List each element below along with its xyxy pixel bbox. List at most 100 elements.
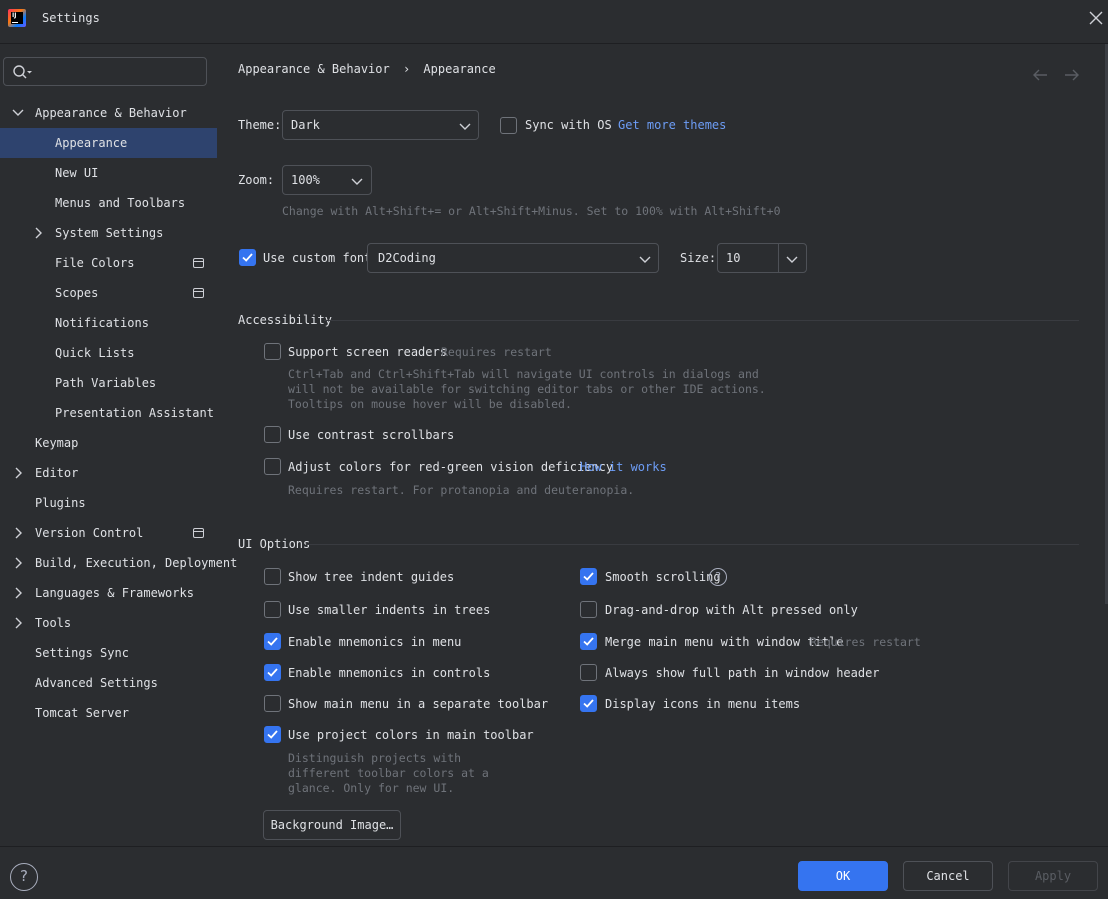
- show-main-menu-in-a-separate-toolbar-checkbox[interactable]: [264, 695, 281, 712]
- font-value: D2Coding: [378, 251, 436, 265]
- checkmark-icon: [267, 637, 278, 646]
- close-icon[interactable]: [1085, 7, 1107, 29]
- merge-main-menu-with-window-title-label: Merge main menu with window title: [605, 635, 844, 649]
- chevron-down-icon[interactable]: [11, 98, 25, 128]
- font-combobox[interactable]: D2Coding: [367, 243, 659, 273]
- sidebar-item-label: Tools: [35, 616, 72, 630]
- project-level-icon: [193, 288, 204, 298]
- color-deficiency-desc: Requires restart. For protanopia and deu…: [288, 483, 635, 497]
- zoom-value: 100%: [291, 173, 320, 187]
- sidebar-item-label: Version Control: [35, 526, 144, 540]
- sidebar-item-label: Path Variables: [55, 376, 157, 390]
- sidebar-item-label: Appearance & Behavior: [35, 106, 187, 120]
- sidebar-item-tools[interactable]: Tools: [0, 608, 217, 638]
- sidebar-item-label: Notifications: [55, 316, 149, 330]
- screen-readers-desc-line: Tooltips on mouse hover will be disabled…: [288, 397, 572, 411]
- help-icon[interactable]: ?: [10, 863, 38, 891]
- sidebar-item-presentation-assistant[interactable]: Presentation Assistant: [0, 398, 217, 428]
- ui-options-section-title: UI Options: [238, 537, 311, 551]
- ok-button[interactable]: OK: [798, 861, 888, 891]
- breadcrumb: Appearance & Behavior › Appearance: [238, 62, 496, 76]
- use-smaller-indents-in-trees-label: Use smaller indents in trees: [288, 603, 491, 617]
- sidebar-item-notifications[interactable]: Notifications: [0, 308, 217, 338]
- sidebar-item-editor[interactable]: Editor: [0, 458, 217, 488]
- breadcrumb-separator: ›: [402, 62, 411, 76]
- accessibility-section-title: Accessibility: [238, 313, 332, 327]
- sidebar-item-label: Tomcat Server: [35, 706, 129, 720]
- use-custom-font-checkbox[interactable]: [239, 249, 256, 266]
- back-arrow-icon[interactable]: [1031, 67, 1049, 83]
- sidebar-item-path-variables[interactable]: Path Variables: [0, 368, 217, 398]
- contrast-scrollbars-checkbox[interactable]: [264, 426, 281, 443]
- sidebar-item-appearance-behavior[interactable]: Appearance & Behavior: [0, 98, 217, 128]
- sidebar-item-new-ui[interactable]: New UI: [0, 158, 217, 188]
- use-custom-font-label: Use custom font:: [263, 251, 379, 265]
- get-more-themes-link[interactable]: Get more themes: [618, 118, 726, 132]
- project-colors-desc-line: Distinguish projects with: [288, 751, 462, 765]
- enable-mnemonics-in-menu-label: Enable mnemonics in menu: [288, 635, 462, 649]
- checkmark-icon: [583, 637, 594, 646]
- sidebar-item-version-control[interactable]: Version Control: [0, 518, 217, 548]
- always-show-full-path-in-window-header-checkbox[interactable]: [580, 664, 597, 681]
- chevron-right-icon[interactable]: [11, 578, 25, 608]
- sidebar-item-label: Quick Lists: [55, 346, 135, 360]
- smooth-scrolling-help-icon[interactable]: ?: [709, 568, 727, 586]
- sidebar-item-build-execution-deployment[interactable]: Build, Execution, Deployment: [0, 548, 237, 578]
- display-icons-in-menu-items-label: Display icons in menu items: [605, 697, 801, 711]
- sidebar-item-appearance[interactable]: Appearance: [0, 128, 217, 158]
- use-smaller-indents-in-trees-checkbox[interactable]: [264, 601, 281, 618]
- smooth-scrolling-checkbox[interactable]: [580, 568, 597, 585]
- sync-with-os-label: Sync with OS: [525, 118, 612, 132]
- sidebar-item-advanced-settings[interactable]: Advanced Settings: [0, 668, 217, 698]
- drag-and-drop-with-alt-pressed-only-checkbox[interactable]: [580, 601, 597, 618]
- sidebar-item-label: Build, Execution, Deployment: [35, 556, 238, 570]
- use-project-colors-in-main-toolbar-checkbox[interactable]: [264, 726, 281, 743]
- zoom-combobox[interactable]: 100%: [282, 165, 372, 195]
- chevron-right-icon[interactable]: [11, 518, 25, 548]
- enable-mnemonics-in-menu-checkbox[interactable]: [264, 633, 281, 650]
- title-bar: [0, 0, 1108, 44]
- color-deficiency-checkbox[interactable]: [264, 458, 281, 475]
- sync-with-os-checkbox[interactable]: [500, 117, 517, 134]
- how-it-works-link[interactable]: How it works: [580, 460, 667, 474]
- forward-arrow-icon[interactable]: [1063, 67, 1081, 83]
- sidebar-item-system-settings[interactable]: System Settings: [0, 218, 217, 248]
- cancel-button[interactable]: Cancel: [903, 861, 993, 891]
- sidebar-item-settings-sync[interactable]: Settings Sync: [0, 638, 217, 668]
- enable-mnemonics-in-controls-checkbox[interactable]: [264, 664, 281, 681]
- chevron-right-icon[interactable]: [11, 608, 25, 638]
- background-image-button[interactable]: Background Image…: [263, 810, 401, 840]
- sidebar-item-label: Editor: [35, 466, 79, 480]
- breadcrumb-parent[interactable]: Appearance & Behavior: [238, 62, 390, 76]
- sidebar-item-menus-and-toolbars[interactable]: Menus and Toolbars: [0, 188, 217, 218]
- search-icon: [13, 65, 32, 79]
- breadcrumb-current: Appearance: [423, 62, 496, 76]
- sidebar-item-label: Languages & Frameworks: [35, 586, 194, 600]
- sidebar-item-keymap[interactable]: Keymap: [0, 428, 217, 458]
- sidebar-item-plugins[interactable]: Plugins: [0, 488, 217, 518]
- footer-divider: [0, 846, 1108, 847]
- show-tree-indent-guides-checkbox[interactable]: [264, 568, 281, 585]
- font-size-combobox[interactable]: 10: [717, 243, 807, 273]
- show-main-menu-in-a-separate-toolbar-label: Show main menu in a separate toolbar: [288, 697, 549, 711]
- theme-combobox[interactable]: Dark: [282, 110, 479, 140]
- support-screen-readers-checkbox[interactable]: [264, 343, 281, 360]
- sidebar-item-quick-lists[interactable]: Quick Lists: [0, 338, 217, 368]
- sidebar-item-label: Plugins: [35, 496, 86, 510]
- chevron-right-icon[interactable]: [11, 458, 25, 488]
- color-deficiency-label: Adjust colors for red-green vision defic…: [288, 460, 614, 474]
- sidebar-item-scopes[interactable]: Scopes: [0, 278, 217, 308]
- section-divider: [324, 320, 1079, 321]
- screen-readers-desc-line: will not be available for switching edit…: [288, 382, 766, 396]
- display-icons-in-menu-items-checkbox[interactable]: [580, 695, 597, 712]
- merge-main-menu-with-window-title-checkbox[interactable]: [580, 633, 597, 650]
- sidebar-item-languages-frameworks[interactable]: Languages & Frameworks: [0, 578, 217, 608]
- chevron-right-icon[interactable]: [31, 218, 45, 248]
- screen-readers-desc-line: Ctrl+Tab and Ctrl+Shift+Tab will navigat…: [288, 367, 759, 381]
- sidebar-item-label: File Colors: [55, 256, 135, 270]
- apply-button[interactable]: Apply: [1008, 861, 1098, 891]
- chevron-right-icon[interactable]: [11, 548, 25, 578]
- search-input[interactable]: [3, 57, 207, 86]
- sidebar-item-tomcat-server[interactable]: Tomcat Server: [0, 698, 217, 728]
- sidebar-item-file-colors[interactable]: File Colors: [0, 248, 217, 278]
